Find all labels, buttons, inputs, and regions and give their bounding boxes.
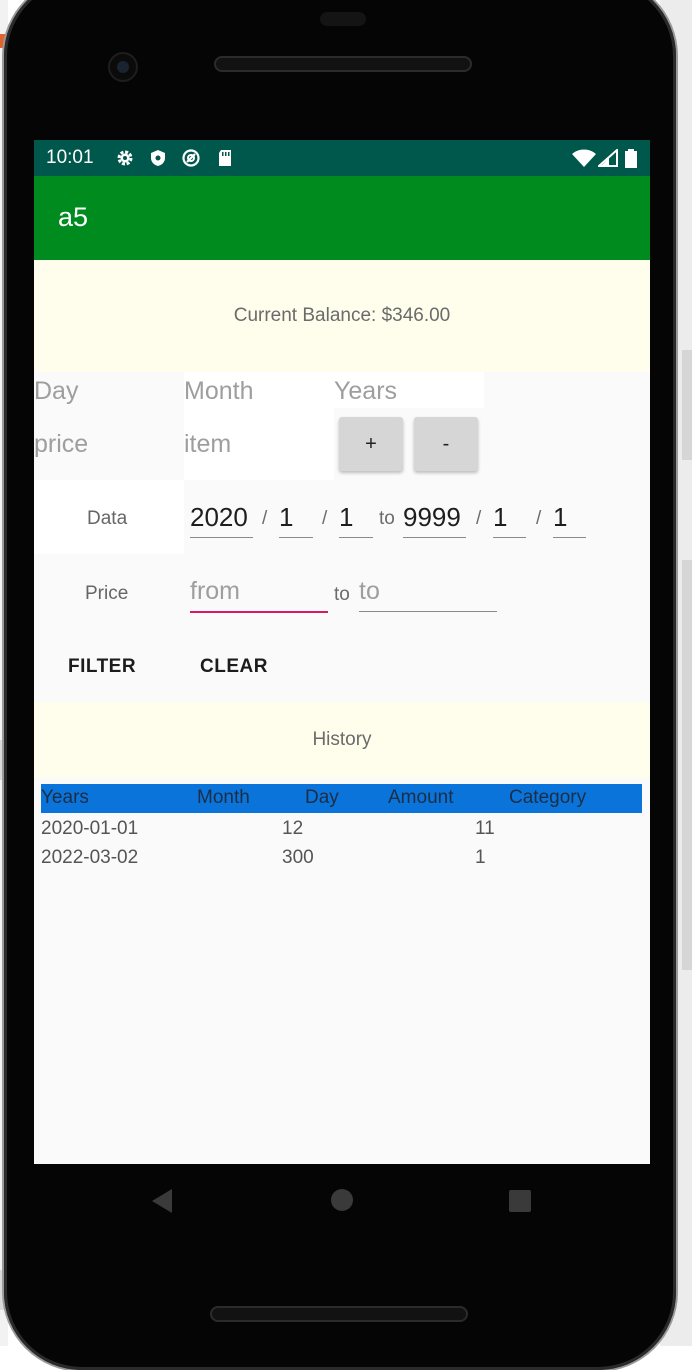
history-table-header: Years Month Day Amount Category	[41, 784, 642, 813]
background-edge	[682, 560, 692, 970]
gear-icon	[116, 149, 134, 167]
home-icon[interactable]	[330, 1188, 354, 1217]
date-separator: /	[476, 508, 482, 529]
item-input[interactable]: item	[184, 430, 231, 459]
front-camera	[108, 52, 138, 82]
cell-day: 300	[282, 847, 314, 868]
navigation-bar	[34, 1164, 650, 1236]
column-amount: Amount	[388, 787, 454, 808]
back-icon[interactable]	[150, 1188, 174, 1219]
history-header: History	[34, 702, 650, 778]
cell-years: 2020-01-01	[41, 818, 139, 839]
bottom-speaker	[210, 1306, 468, 1322]
battery-icon	[624, 149, 638, 168]
subtract-button[interactable]: -	[414, 417, 478, 471]
history-title: History	[312, 729, 372, 750]
top-speaker	[214, 56, 472, 72]
wifi-icon	[572, 149, 596, 167]
cell-day: 12	[282, 818, 304, 839]
cell-category: 1	[475, 847, 486, 868]
month-input[interactable]: Month	[184, 377, 253, 406]
to-year-input[interactable]: 9999	[403, 502, 461, 533]
from-month-input[interactable]: 1	[279, 502, 293, 533]
device-screen: 10:01 a5 Current Balance: $346.00 Day Mo…	[34, 140, 650, 1164]
sd-card-icon	[216, 149, 234, 167]
price-to-input[interactable]: to	[359, 577, 380, 606]
price-input[interactable]: price	[34, 430, 88, 459]
to-day-underline	[553, 537, 586, 538]
cellular-icon	[596, 147, 618, 167]
from-month-underline	[279, 537, 313, 538]
filter-button[interactable]: FILTER	[68, 656, 136, 678]
to-month-input[interactable]: 1	[493, 502, 507, 533]
column-years: Years	[41, 787, 89, 808]
from-day-underline	[339, 537, 373, 538]
from-year-underline	[190, 537, 253, 538]
earpiece	[320, 12, 366, 26]
date-separator: /	[536, 508, 542, 529]
price-from-underline-focused	[190, 611, 328, 613]
column-category: Category	[509, 787, 587, 808]
status-time: 10:01	[46, 147, 94, 168]
years-input[interactable]: Years	[334, 377, 397, 406]
current-balance: Current Balance: $346.00	[34, 260, 650, 372]
date-separator: /	[262, 508, 268, 529]
price-to-underline	[359, 611, 497, 612]
to-year-underline	[403, 537, 466, 538]
date-to-label: to	[379, 508, 395, 529]
price-from-input[interactable]: from	[190, 577, 240, 606]
cell-category: 11	[475, 818, 495, 839]
add-button[interactable]: +	[339, 417, 403, 471]
app-bar: a5	[34, 176, 650, 260]
from-year-input[interactable]: 2020	[190, 502, 248, 533]
shield-icon	[149, 149, 167, 167]
date-separator: /	[322, 508, 328, 529]
balance-text: Current Balance: $346.00	[233, 305, 451, 326]
column-day: Day	[305, 787, 339, 808]
app-title: a5	[58, 202, 89, 232]
from-day-input[interactable]: 1	[339, 502, 353, 533]
price-filter-label: Price	[85, 583, 129, 604]
recents-icon[interactable]	[508, 1189, 532, 1218]
column-month: Month	[197, 787, 250, 808]
price-to-label: to	[334, 584, 350, 605]
day-input[interactable]: Day	[34, 377, 78, 406]
at-sign-icon	[182, 149, 200, 167]
cell-years: 2022-03-02	[41, 847, 139, 868]
to-day-input[interactable]: 1	[553, 502, 567, 533]
to-month-underline	[493, 537, 526, 538]
status-bar: 10:01	[34, 140, 650, 176]
background-edge	[682, 350, 692, 460]
clear-button[interactable]: CLEAR	[200, 656, 268, 678]
date-filter-label: Data	[87, 508, 128, 529]
